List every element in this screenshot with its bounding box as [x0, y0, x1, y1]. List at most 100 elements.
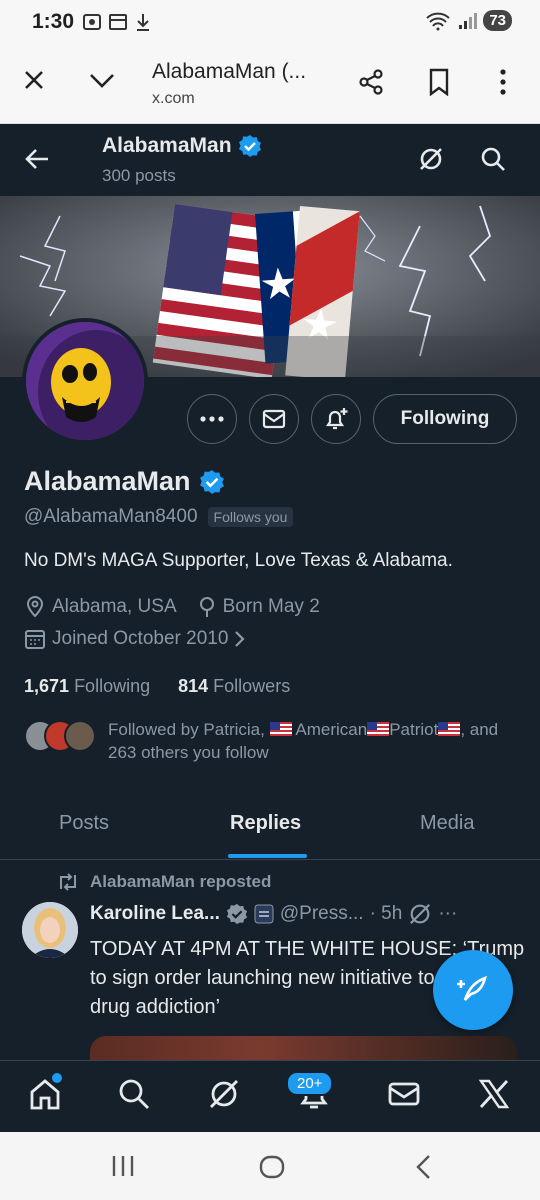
message-icon: [262, 409, 286, 429]
grok-icon[interactable]: [418, 146, 444, 172]
location-icon: [26, 596, 44, 618]
profile-birthday: Born May 2: [222, 596, 320, 617]
repost-label: AlabamaMan reposted: [90, 872, 272, 891]
active-tab-indicator: [228, 854, 307, 858]
header-name: AlabamaMan: [102, 134, 232, 157]
us-flag-emoji: [438, 722, 461, 736]
followers-label: Followers: [213, 676, 291, 696]
tweet-more-icon[interactable]: ···: [438, 903, 457, 925]
repost-icon: [60, 873, 76, 891]
profile-bio: No DM's MAGA Supporter, Love Texas & Ala…: [24, 550, 453, 571]
chevron-down-icon[interactable]: [88, 68, 116, 92]
header-title: AlabamaMan: [102, 134, 262, 158]
back-button-icon[interactable]: [414, 1154, 432, 1180]
share-icon[interactable]: [358, 68, 386, 96]
profile-location: Alabama, USA: [52, 596, 177, 617]
tweet-media-image[interactable]: [90, 1036, 517, 1060]
status-time: 1:30: [32, 10, 75, 33]
search-icon[interactable]: [480, 146, 506, 172]
browser-page-title[interactable]: AlabamaMan (...: [152, 60, 306, 84]
verified-icon: [199, 469, 224, 494]
followed-by-prefix: Followed by Patricia,: [108, 720, 265, 739]
home-unread-dot: [52, 1073, 62, 1083]
system-navigation-bar: [0, 1132, 540, 1200]
profile-joined: Joined October 2010: [52, 628, 229, 649]
recent-apps-icon[interactable]: [110, 1154, 136, 1178]
following-stat[interactable]: 1,671 Following: [24, 676, 150, 697]
notification-count-badge: 20+: [286, 1071, 334, 1096]
download-icon: [137, 14, 149, 31]
profile-meta-row: Alabama, USA Born May 2: [24, 596, 320, 618]
more-icon: [200, 416, 224, 422]
home-button-icon[interactable]: [258, 1154, 286, 1180]
followers-stat[interactable]: 814 Followers: [178, 676, 290, 697]
compose-post-button[interactable]: [433, 950, 513, 1030]
profile-header-bar: AlabamaMan 300 posts: [0, 124, 540, 196]
signal-icon: [459, 12, 478, 29]
nav-x-premium[interactable]: [477, 1077, 511, 1111]
followed-by-text: Followed by Patricia, American Patriot, a…: [108, 718, 518, 764]
more-options-button[interactable]: [187, 394, 237, 444]
back-arrow-icon[interactable]: [24, 146, 50, 172]
bookmark-icon[interactable]: [428, 68, 450, 96]
browser-toolbar: AlabamaMan (... x.com: [0, 46, 540, 124]
close-icon[interactable]: [22, 68, 46, 92]
following-count: 1,671: [24, 676, 70, 696]
followed-by-name: American: [295, 720, 368, 739]
affiliate-badge-icon: [254, 904, 274, 924]
profile-handle: @AlabamaMan8400: [24, 506, 198, 527]
screenshot-icon: [83, 14, 101, 30]
following-label: Following: [74, 676, 151, 696]
profile-tabs: Posts Replies Media: [0, 790, 540, 860]
profile-display-name: AlabamaMan: [24, 466, 191, 496]
followed-by-avatars: [24, 720, 96, 754]
tab-posts[interactable]: Posts: [59, 812, 109, 835]
tweet-author-name[interactable]: Karoline Lea...: [90, 903, 220, 925]
verified-icon: [226, 903, 247, 925]
us-flag-emoji: [269, 722, 292, 736]
profile-avatar[interactable]: [22, 318, 148, 444]
status-system-icons: 73: [425, 10, 512, 31]
grok-icon: [210, 1080, 238, 1108]
status-bar: 1:30 73: [0, 0, 540, 46]
profile-display-name-row: AlabamaMan: [24, 466, 225, 497]
verified-icon: [238, 135, 261, 157]
browser-url[interactable]: x.com: [152, 90, 195, 108]
search-icon: [119, 1079, 149, 1109]
nav-messages[interactable]: [387, 1077, 421, 1111]
message-button[interactable]: [249, 394, 299, 444]
wifi-icon: [426, 12, 450, 30]
nav-grok[interactable]: [207, 1077, 241, 1111]
bottom-navigation: 20+: [0, 1060, 540, 1132]
repost-indicator: AlabamaMan reposted: [56, 872, 271, 892]
us-flag-emoji: [367, 722, 390, 736]
tweet-header: Karoline Lea... @Press... · 5h ···: [90, 902, 457, 926]
x-logo-icon: [478, 1079, 510, 1109]
birthday-icon: [199, 597, 214, 617]
compose-feather-icon: [457, 975, 487, 1001]
avatar: [64, 720, 96, 752]
followed-by-name2: Patriot: [389, 720, 439, 739]
messages-icon: [388, 1082, 420, 1106]
more-vert-icon[interactable]: [498, 68, 508, 96]
calendar-icon: [109, 14, 127, 30]
tab-media[interactable]: Media: [420, 812, 474, 835]
following-button[interactable]: Following: [373, 394, 517, 444]
profile-joined-row[interactable]: Joined October 2010: [24, 628, 246, 650]
tab-replies[interactable]: Replies: [230, 812, 301, 835]
status-notification-icons: [82, 12, 152, 32]
followers-count: 814: [178, 676, 209, 696]
profile-stats: 1,671 Following 814 Followers: [24, 676, 290, 697]
profile-handle-row: @AlabamaMan8400 Follows you: [24, 506, 294, 528]
tweet-timestamp[interactable]: · 5h: [370, 903, 403, 925]
chevron-right-icon: [235, 631, 245, 647]
subscribe-bell-icon: [325, 408, 348, 430]
subscribe-notifications-button[interactable]: [311, 394, 361, 444]
follows-you-badge: Follows you: [207, 507, 294, 527]
tweet-author-handle: @Press...: [279, 903, 364, 924]
header-post-count: 300 posts: [102, 166, 176, 185]
grok-icon[interactable]: [408, 902, 432, 926]
tweet-author-avatar[interactable]: [22, 902, 78, 958]
battery-icon: 73: [483, 10, 512, 31]
nav-search[interactable]: [117, 1077, 151, 1111]
